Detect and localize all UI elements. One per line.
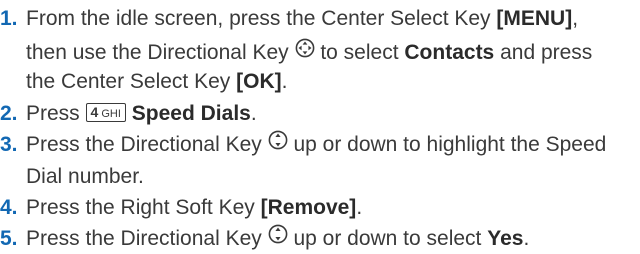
keypad-4-ghi-icon: 4 GHI [85,102,126,122]
step-number: 2. [0,102,18,125]
step-5-line-1: 5. Press the Directional Key up or down t… [0,224,529,252]
step-number: 3. [0,133,18,157]
instruction-steps: 1. From the idle screen, press the Center… [0,0,640,254]
step-text: From the idle screen, press the Center S… [26,7,497,30]
step-1-line-3: the Center Select Key [OK]. [26,70,288,93]
yes-label: Yes [487,227,524,251]
directional-key-four-way-icon [295,38,315,65]
step-number: 5. [0,227,18,251]
ok-key-label: [OK] [236,70,282,93]
contacts-label: Contacts [404,41,495,65]
menu-key-label: [MENU] [496,7,573,30]
step-3-line-2: Dial number. [26,165,144,188]
step-number: 1. [0,7,18,30]
step-number: 4. [0,196,18,219]
step-4-line-1: 4. Press the Right Soft Key [Remove]. [0,196,363,219]
step-1-line-1: 1. From the idle screen, press the Center… [0,7,579,30]
remove-key-label: [Remove] [260,196,357,219]
directional-key-up-down-icon [268,224,288,251]
step-3-line-1: 3. Press the Directional Key up or down t… [0,130,606,158]
step-1-line-2: then use the Directional Key to select C… [26,38,592,66]
speed-dials-label: Speed Dials [131,102,251,125]
step-2-line-1: 2. Press 4 GHI Speed Dials. [0,102,257,125]
directional-key-up-down-icon [268,130,288,157]
